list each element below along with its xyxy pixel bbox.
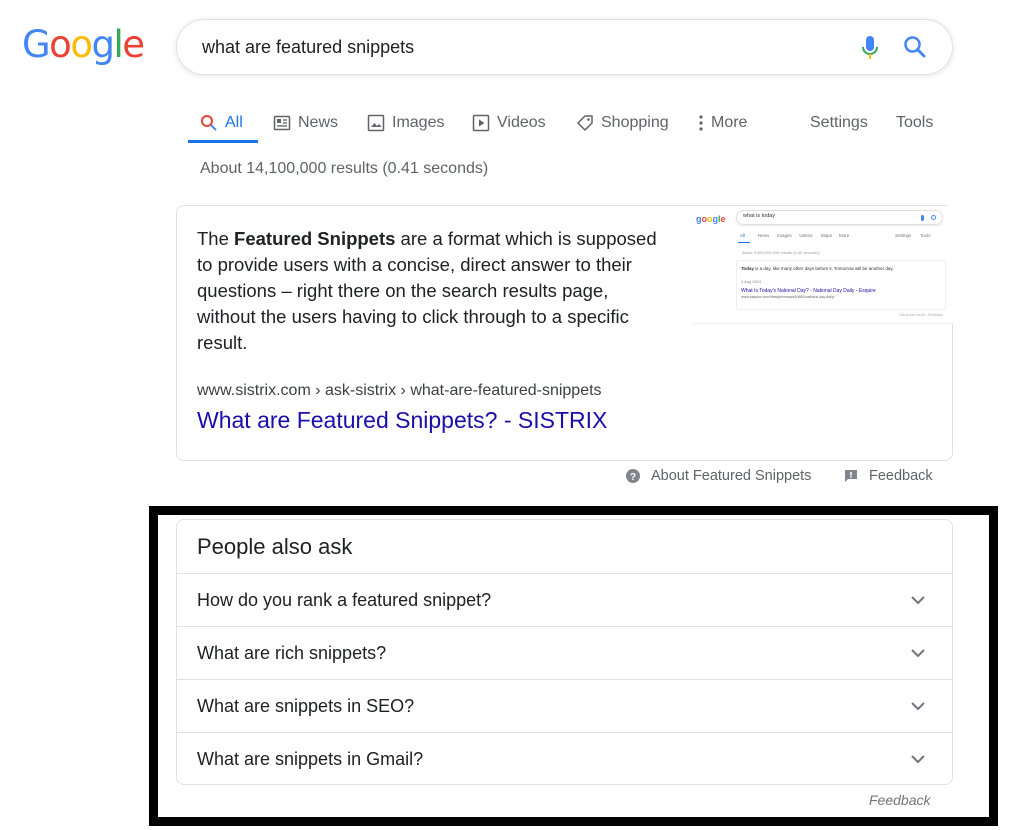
tab-label: Tools (896, 114, 934, 131)
thumbnail-tab: News (758, 233, 770, 238)
logo-letter: g (91, 23, 115, 66)
tab-label: Images (392, 114, 445, 131)
logo-letter: e (122, 23, 145, 66)
people-also-ask: People also ask How do you rank a featur… (176, 519, 953, 785)
paa-question-text: How do you rank a featured snippet? (197, 590, 492, 610)
tab-images[interactable]: Images (367, 106, 444, 140)
snippet-bold-term: Featured Snippets (234, 228, 396, 249)
logo-letter: o (49, 23, 72, 66)
thumbnail-logo: google (696, 214, 726, 224)
paa-question[interactable]: What are snippets in Gmail? (177, 732, 952, 785)
thumbnail-link: What Is Today's National Day? - National… (741, 288, 876, 294)
paa-question-text: What are snippets in SEO? (197, 696, 415, 716)
chevron-down-icon[interactable] (910, 700, 926, 712)
paa-question-text: What are snippets in Gmail? (197, 749, 424, 769)
thumbnail-url: www.esquire.com/lifestyle/news/a30882/na… (741, 295, 835, 299)
thumbnail-tab: More (839, 233, 850, 238)
news-icon (273, 115, 291, 131)
logo-letter: o (70, 23, 93, 66)
thumbnail-card: Today is a day, like many other days bef… (736, 260, 946, 317)
tab-more[interactable]: More (696, 106, 747, 140)
search-icon (201, 115, 217, 131)
tab-label: Settings (810, 114, 868, 131)
thumbnail-search-icon (931, 215, 936, 220)
tab-label: Videos (497, 114, 546, 131)
more-vert-icon (699, 115, 703, 131)
chevron-down-icon[interactable] (910, 647, 926, 659)
chevron-down-icon[interactable] (910, 594, 926, 606)
feedback-icon (845, 470, 857, 482)
snippet-url: www.sistrix.com › ask-sistrix › what-are… (197, 382, 602, 399)
snippet-text: The Featured Snippets are a format which… (197, 226, 667, 356)
thumbnail-tab-indicator (738, 242, 750, 243)
search-input[interactable] (202, 27, 802, 67)
thumbnail-mic-icon (921, 215, 924, 221)
thumbnail-tab: Tools (920, 233, 931, 238)
paa-feedback-link[interactable]: Feedback (869, 792, 930, 808)
paa-question-text: What are rich snippets? (197, 643, 387, 663)
thumbnail-tab: Maps (821, 233, 833, 238)
thumbnail-answer: Today is a day, like many other days bef… (741, 266, 941, 272)
thumbnail-date: 3 Aug 2019 (741, 279, 762, 284)
thumbnail-answer-bold: Today (741, 266, 754, 271)
microphone-icon[interactable] (858, 34, 882, 62)
image-icon (367, 114, 385, 132)
result-stats: About 14,100,000 results (0.41 seconds) (200, 160, 489, 177)
tab-label: All (225, 114, 243, 131)
paa-question[interactable]: How do you rank a featured snippet? (177, 573, 952, 626)
tab-videos[interactable]: Videos (472, 106, 546, 140)
tab-all[interactable]: All (200, 106, 243, 140)
thumbnail-tab: All (740, 233, 746, 238)
about-featured-snippets[interactable]: ? About Featured Snippets (625, 466, 811, 486)
thumbnail-tab: Videos (799, 233, 813, 238)
thumbnail-stats: About 3,000,000,000 results (0.40 second… (742, 250, 820, 255)
paa-title: People also ask (197, 534, 353, 559)
help-icon: ? (626, 469, 640, 483)
snippet-text-start: The (197, 228, 235, 249)
snippet-feedback[interactable]: Feedback (843, 466, 933, 486)
thumbnail-search-box: what is today (736, 210, 943, 225)
paa-question[interactable]: What are rich snippets? (177, 626, 952, 679)
google-logo[interactable]: Google (22, 22, 145, 68)
snippet-thumbnail[interactable]: google what is today All News Images Vid… (692, 206, 953, 324)
tab-tools[interactable]: Tools (896, 106, 933, 140)
tab-shopping[interactable]: Shopping (576, 106, 669, 140)
tab-settings[interactable]: Settings (810, 106, 868, 140)
search-results-page: Google All (0, 0, 1024, 830)
active-tab-indicator (188, 140, 258, 143)
search-box[interactable] (176, 19, 953, 75)
tab-label: Shopping (601, 114, 669, 131)
search-icon[interactable] (902, 34, 928, 60)
tab-label: News (298, 114, 339, 131)
paa-question[interactable]: What are snippets in SEO? (177, 679, 952, 732)
play-icon (472, 114, 490, 132)
tab-news[interactable]: News (273, 106, 338, 140)
thumbnail-answer-rest: is a day, like many other days before it… (753, 266, 894, 271)
about-label: About Featured Snippets (651, 468, 812, 484)
thumbnail-tab: Images (777, 233, 792, 238)
tag-icon (577, 115, 593, 131)
chevron-down-icon[interactable] (910, 753, 926, 765)
thumbnail-tab: Settings (895, 233, 912, 238)
logo-letter: G (22, 23, 51, 66)
feedback-label: Feedback (869, 468, 933, 484)
tab-label: More (711, 114, 748, 131)
logo-letter: l (113, 23, 123, 66)
search-tabs: All News Images Videos Shopping More Set… (0, 100, 1024, 146)
snippet-result-link[interactable]: What are Featured Snippets? - SISTRIX (197, 407, 607, 434)
svg-text:?: ? (630, 472, 636, 483)
featured-snippet: The Featured Snippets are a format which… (176, 205, 953, 461)
thumbnail-about: About this result • Feedback (899, 313, 943, 317)
thumbnail-query: what is today (743, 213, 776, 219)
